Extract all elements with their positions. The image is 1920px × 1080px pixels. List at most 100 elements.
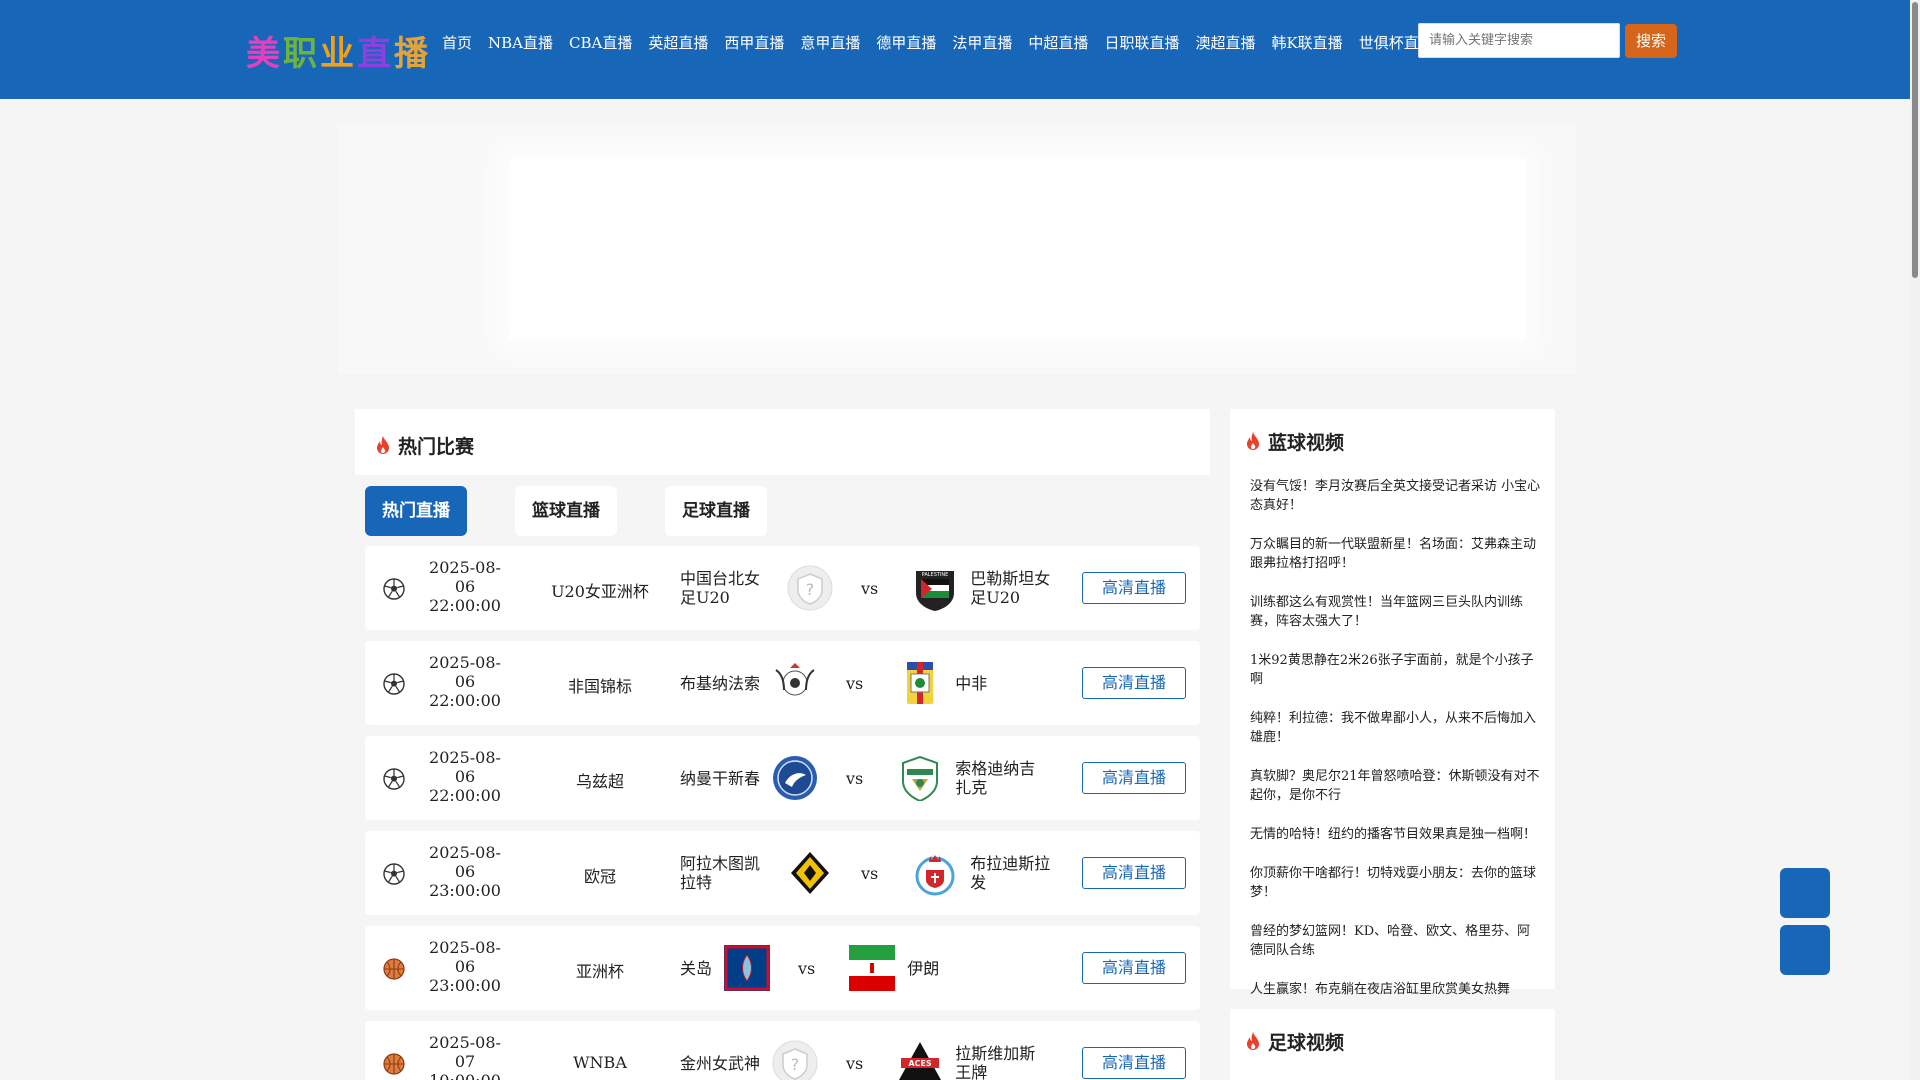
nav-item-11[interactable]: 韩K联直播: [1271, 32, 1342, 54]
guam-flag-icon: [724, 945, 771, 991]
basketball-video-item[interactable]: 曾经的梦幻篮网！KD、哈登、欧文、格里芬、阿德同队合练: [1250, 922, 1542, 960]
match-time: 22:00:00: [429, 691, 501, 710]
watch-hd-button[interactable]: 高清直播: [1082, 667, 1186, 699]
match-date-ym: 2025-08-: [429, 558, 501, 577]
match-date-day: 06: [454, 767, 476, 786]
basketball-video-item[interactable]: 无情的哈特！纽约的播客节目效果真是独一档啊！: [1250, 825, 1542, 844]
nav-item-1[interactable]: NBA直播: [488, 32, 553, 54]
match-league[interactable]: 非国锦标: [495, 673, 705, 697]
basketball-video-item[interactable]: 你顶薪你干啥都行！切特戏耍小朋友：去你的篮球梦！: [1250, 864, 1542, 902]
home-team-name[interactable]: 中国台北女足U20: [680, 569, 775, 607]
basketball-video-title: 蓝球视频: [1245, 428, 1344, 455]
navbahor-crest-icon: [773, 756, 818, 800]
match-row[interactable]: 2025-08- 06 23:00:00 亚洲杯 关岛 vs 伊朗 高清直播: [365, 926, 1200, 1010]
site-header: 美职业直播 首页 NBA直播 CBA直播 英超直播 西甲直播 意甲直播 德甲直播 法甲直播 中超…: [0, 0, 1910, 99]
svg-text:?: ?: [806, 580, 815, 599]
away-team-name[interactable]: 索格迪纳吉扎克: [955, 759, 1050, 797]
scrollbar-thumb[interactable]: [1912, 2, 1918, 278]
match-league[interactable]: U20女亚洲杯: [495, 578, 705, 602]
match-date-day: 06: [454, 862, 476, 881]
nav-item-2[interactable]: CBA直播: [569, 32, 632, 54]
search-input[interactable]: [1418, 23, 1620, 58]
car-crest-icon: [907, 662, 934, 704]
match-teams: 关岛 vs 伊朗: [680, 926, 939, 1010]
football-video-title: 足球视频: [1245, 1028, 1344, 1055]
site-logo[interactable]: 美职业直播: [246, 26, 431, 74]
match-date-day: 06: [454, 672, 476, 691]
football-icon: [383, 863, 405, 885]
away-team-name[interactable]: 中非: [955, 674, 987, 693]
slovan-crest-icon: [915, 855, 955, 896]
nav-item-10[interactable]: 澳超直播: [1195, 32, 1255, 54]
home-team-name[interactable]: 纳曼干新春: [680, 769, 760, 788]
match-date-ym: 2025-08-: [429, 843, 501, 862]
basketball-video-item[interactable]: 1米92黄思静在2米26张子宇面前，就是个小孩子啊: [1250, 651, 1542, 689]
palestine-crest-icon: PALESTINE: [916, 571, 955, 611]
sogdiana-crest-icon: [902, 755, 939, 801]
search-button[interactable]: 搜索: [1625, 24, 1677, 58]
float-button-bottom[interactable]: [1780, 925, 1830, 975]
match-league[interactable]: 亚洲杯: [495, 958, 705, 982]
match-league[interactable]: WNBA: [495, 1053, 705, 1072]
match-teams: 阿拉木图凯拉特 vs 布拉迪斯拉发: [680, 831, 1065, 915]
nav-item-4[interactable]: 西甲直播: [724, 32, 784, 54]
away-team-name[interactable]: 拉斯维加斯王牌: [955, 1044, 1050, 1080]
home-team-name[interactable]: 阿拉木图凯拉特: [680, 854, 775, 892]
nav-item-8[interactable]: 中超直播: [1028, 32, 1088, 54]
match-league[interactable]: 乌兹超: [495, 768, 705, 792]
basketball-icon: [383, 958, 405, 980]
basketball-icon: [383, 1053, 405, 1075]
basketball-video-item[interactable]: 没有气馁！李月汝赛后全英文接受记者采访 小宝心态真好！: [1250, 477, 1542, 515]
football-video-title-text: 足球视频: [1268, 1032, 1345, 1054]
match-date-day: 06: [454, 577, 476, 596]
match-datetime: 2025-08-0710:00:00: [425, 1033, 505, 1080]
nav-item-3[interactable]: 英超直播: [648, 32, 708, 54]
basketball-video-item[interactable]: 万众瞩目的新一代联盟新星！名场面：艾弗森主动跟弗拉格打招呼！: [1250, 535, 1542, 573]
ad-banner[interactable]: [509, 159, 1525, 339]
svg-text:?: ?: [791, 1055, 800, 1074]
match-time: 10:00:00: [425, 1071, 505, 1080]
watch-hd-button[interactable]: 高清直播: [1082, 952, 1186, 984]
basketball-video-item[interactable]: 纯粹！利拉德：我不做卑鄙小人，从来不后悔加入雄鹿！: [1250, 709, 1542, 747]
nav-item-9[interactable]: 日职联直播: [1104, 32, 1179, 54]
basketball-video-item[interactable]: 训练都这么有观赏性！当年篮网三巨头队内训练赛，阵容太强大了！: [1250, 593, 1542, 631]
match-row[interactable]: 2025-08- 06 22:00:00 乌兹超 纳曼干新春 vs 索格迪纳吉扎克 高清直播: [365, 736, 1200, 820]
nav-item-5[interactable]: 意甲直播: [800, 32, 860, 54]
away-team-name[interactable]: 巴勒斯坦女足U20: [970, 569, 1065, 607]
match-league[interactable]: 欧冠: [495, 863, 705, 887]
football-icon: [383, 673, 405, 695]
page-scrollbar[interactable]: [1910, 0, 1920, 1080]
football-icon: [383, 768, 405, 790]
home-team-name[interactable]: 布基纳法索: [680, 674, 760, 693]
match-date-ym: 2025-08-: [429, 748, 501, 767]
watch-hd-button[interactable]: 高清直播: [1082, 572, 1186, 604]
match-datetime: 2025-08- 06 23:00:00: [425, 843, 505, 900]
vs-label: vs: [846, 673, 864, 693]
nav-item-7[interactable]: 法甲直播: [952, 32, 1012, 54]
match-teams: 金州女武神? vs ACES 拉斯维加斯王牌: [680, 1021, 1050, 1080]
match-row[interactable]: 2025-08- 06 23:00:00 欧冠 阿拉木图凯拉特 vs 布拉迪斯拉发 高清直播: [365, 831, 1200, 915]
away-team-name[interactable]: 伊朗: [907, 959, 939, 978]
basketball-video-item[interactable]: 人生赢家！布克躺在夜店浴缸里欣赏美女热舞: [1250, 980, 1542, 999]
float-button-top[interactable]: [1780, 868, 1830, 918]
iran-flag-icon: [849, 945, 896, 991]
vs-label: vs: [846, 768, 864, 788]
match-row[interactable]: 2025-08- 06 22:00:00 非国锦标 布基纳法索 vs 中非 高清直播: [365, 641, 1200, 725]
nav-item-6[interactable]: 德甲直播: [876, 32, 936, 54]
match-row[interactable]: 2025-08-0710:00:00WNBA金州女武神? vs ACES 拉斯维加斯王…: [365, 1021, 1200, 1080]
home-team-name[interactable]: 关岛: [680, 959, 712, 978]
tab-0[interactable]: 热门直播: [365, 486, 467, 536]
watch-hd-button[interactable]: 高清直播: [1082, 857, 1186, 889]
basketball-video-title-text: 蓝球视频: [1268, 432, 1345, 454]
tab-2[interactable]: 足球直播: [665, 486, 767, 536]
watch-hd-button[interactable]: 高清直播: [1082, 1047, 1186, 1079]
match-row[interactable]: 2025-08- 06 22:00:00 U20女亚洲杯 中国台北女足U20? vs PAL…: [365, 546, 1200, 630]
tab-1[interactable]: 篮球直播: [515, 486, 617, 536]
watch-hd-button[interactable]: 高清直播: [1082, 762, 1186, 794]
away-team-name[interactable]: 布拉迪斯拉发: [970, 854, 1065, 892]
fire-icon: [1247, 431, 1259, 450]
match-tabs: 热门直播 篮球直播 足球直播: [365, 486, 815, 536]
home-team-name[interactable]: 金州女武神: [680, 1054, 760, 1073]
nav-item-0[interactable]: 首页: [442, 32, 472, 54]
basketball-video-item[interactable]: 真软脚？奥尼尔21年曾怒喷哈登：休斯顿没有对不起你，是你不行: [1250, 767, 1542, 805]
